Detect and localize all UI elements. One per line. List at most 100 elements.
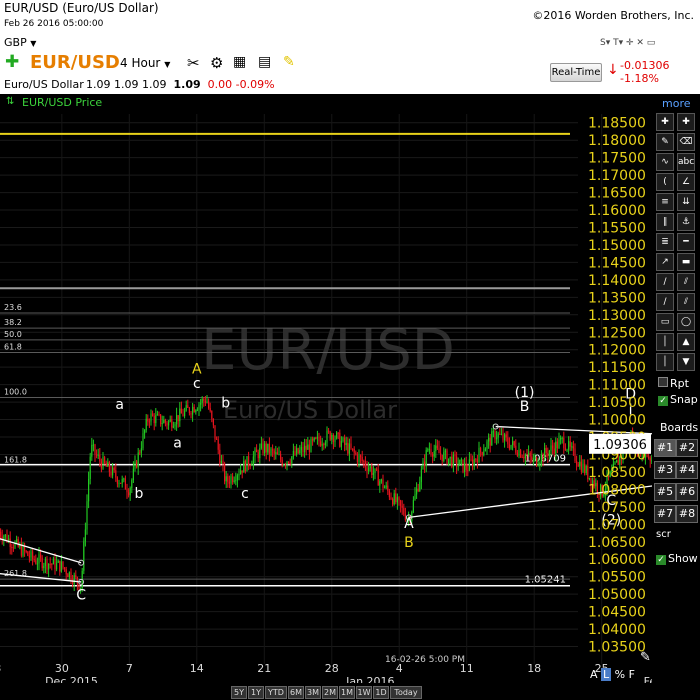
drawing-tool-icon[interactable]: ⌫	[677, 133, 695, 151]
drawing-tool-icon[interactable]: ▲	[677, 333, 695, 351]
candle-body	[336, 432, 338, 439]
candle-body	[211, 411, 213, 419]
board-button[interactable]: #4	[676, 461, 698, 479]
board-button[interactable]: #7	[654, 505, 676, 523]
candle-body	[361, 456, 363, 462]
wave-label[interactable]: a	[115, 397, 124, 413]
snap-toggle[interactable]: ✓ Snap	[658, 393, 698, 406]
candle-body	[265, 443, 267, 453]
wave-label[interactable]: c	[241, 486, 249, 502]
wave-label[interactable]: A	[192, 361, 202, 377]
candle-body	[286, 461, 288, 466]
candle-body	[17, 539, 19, 547]
drawing-tool-icon[interactable]: ∕	[656, 293, 674, 311]
drawing-tool-icon[interactable]: ∠	[677, 173, 695, 191]
drawing-tool-icon[interactable]: ⇊	[677, 193, 695, 211]
wave-label[interactable]: B	[404, 535, 414, 551]
window-controls[interactable]: S▾ T▾ ✛ ✕ ▭	[600, 38, 655, 48]
show-toggle[interactable]: ✓ Show	[656, 552, 698, 565]
drawing-tool-icon[interactable]: ✚	[677, 113, 695, 131]
price-chart[interactable]: EUR/USDEuro/US Dollar 1.087091.05241 23.…	[0, 94, 652, 683]
candle-body	[36, 563, 38, 565]
candle-body	[299, 450, 301, 454]
candle-body	[347, 442, 349, 454]
timeframe-button[interactable]: 1D	[373, 686, 389, 699]
timeframe-button[interactable]: 6M	[288, 686, 304, 699]
timeframe-button[interactable]: 1W	[356, 686, 372, 699]
drawing-tool-icon[interactable]: ✚	[656, 113, 674, 131]
board-button[interactable]: #2	[676, 439, 698, 457]
chart-icon[interactable]: ▦	[233, 54, 246, 70]
drawing-tool-icon[interactable]: ↗	[656, 253, 674, 271]
drawing-tool-icon[interactable]: (	[656, 173, 674, 191]
timeframe-button[interactable]: Today	[390, 686, 422, 699]
drawing-tool-icon[interactable]: ◯	[677, 313, 695, 331]
wave-label[interactable]: B	[520, 399, 530, 415]
scr-button[interactable]: scr	[656, 529, 671, 540]
timeframe-button[interactable]: 1Y	[248, 686, 264, 699]
more-tools-link[interactable]: more	[662, 97, 691, 110]
currency-selector[interactable]: GBP ▼	[4, 36, 36, 49]
scale-log[interactable]: L	[601, 668, 612, 681]
wave-label[interactable]: b	[135, 486, 144, 502]
wave-label[interactable]: C	[76, 587, 86, 603]
timeframe-button[interactable]: 5Y	[231, 686, 247, 699]
note-icon[interactable]: ✎	[283, 54, 295, 70]
wave-label[interactable]: A	[404, 516, 414, 532]
drawing-tool-icon[interactable]: ⫽	[677, 273, 695, 291]
drawing-tool-icon[interactable]: ≡	[656, 193, 674, 211]
drawing-tool-icon[interactable]: ∥	[656, 213, 674, 231]
drawing-tool-icon[interactable]: ━	[677, 233, 695, 251]
drawing-tool-icon[interactable]: │	[656, 353, 674, 371]
symbol-label[interactable]: EUR/USD	[30, 52, 120, 73]
candle-body	[377, 470, 379, 486]
timeframe-button[interactable]: 3M	[305, 686, 321, 699]
scale-fit[interactable]: F	[629, 668, 635, 681]
y-tick-label: 1.04000	[588, 622, 646, 638]
drawing-tool-icon[interactable]: ⫽	[677, 293, 695, 311]
timeframe-button[interactable]: 2M	[322, 686, 338, 699]
board-button[interactable]: #6	[676, 483, 698, 501]
drawing-tool-icon[interactable]: ▬	[677, 253, 695, 271]
table-icon[interactable]: ▤	[258, 54, 271, 70]
drawing-tool-icon[interactable]: ≣	[656, 233, 674, 251]
candle-body	[492, 431, 494, 433]
timeframe-button[interactable]: 1M	[339, 686, 355, 699]
drawing-tool-icon[interactable]: ∕	[656, 273, 674, 291]
board-button[interactable]: #5	[654, 483, 676, 501]
drawing-tool-icon[interactable]: ✎	[656, 133, 674, 151]
rpt-toggle[interactable]: Rpt	[658, 377, 689, 390]
candle-body	[43, 565, 45, 569]
pencil-icon[interactable]: ✎	[640, 650, 651, 665]
wave-label[interactable]: c	[193, 376, 201, 392]
candle-body	[476, 459, 478, 463]
drawing-tool-icon[interactable]: abc	[677, 153, 695, 171]
board-button[interactable]: #1	[654, 439, 676, 457]
drawing-tool-icon[interactable]: ∿	[656, 153, 674, 171]
drawing-tool-icon[interactable]: ▼	[677, 353, 695, 371]
board-button[interactable]: #3	[654, 461, 676, 479]
timeframe-button[interactable]: YTD	[265, 686, 287, 699]
tools-icon[interactable]: ✂	[187, 54, 200, 72]
candle-body	[68, 572, 70, 578]
candle-body	[539, 462, 541, 465]
realtime-button[interactable]: Real-Time	[550, 63, 602, 82]
wave-label[interactable]: b	[221, 395, 230, 411]
scale-percent[interactable]: %	[615, 668, 625, 681]
drawing-tool-icon[interactable]: │	[656, 333, 674, 351]
candle-body	[473, 458, 475, 467]
drawing-tool-icon[interactable]: ▭	[656, 313, 674, 331]
candle-body	[180, 408, 182, 414]
board-button[interactable]: #8	[676, 505, 698, 523]
candle-body	[273, 450, 275, 454]
drawing-tool-icon[interactable]: ⚓	[677, 213, 695, 231]
scale-auto[interactable]: A	[590, 668, 598, 681]
add-symbol-icon[interactable]: ✚	[5, 52, 19, 72]
candle-body	[62, 561, 64, 568]
wave-label[interactable]: a	[173, 435, 182, 451]
interval-selector[interactable]: 4 Hour ▼	[120, 56, 170, 70]
candle-body	[392, 498, 394, 505]
candle-body	[344, 437, 346, 446]
gear-icon[interactable]: ⚙	[210, 54, 223, 72]
scale-options[interactable]: A L % F	[590, 668, 635, 681]
